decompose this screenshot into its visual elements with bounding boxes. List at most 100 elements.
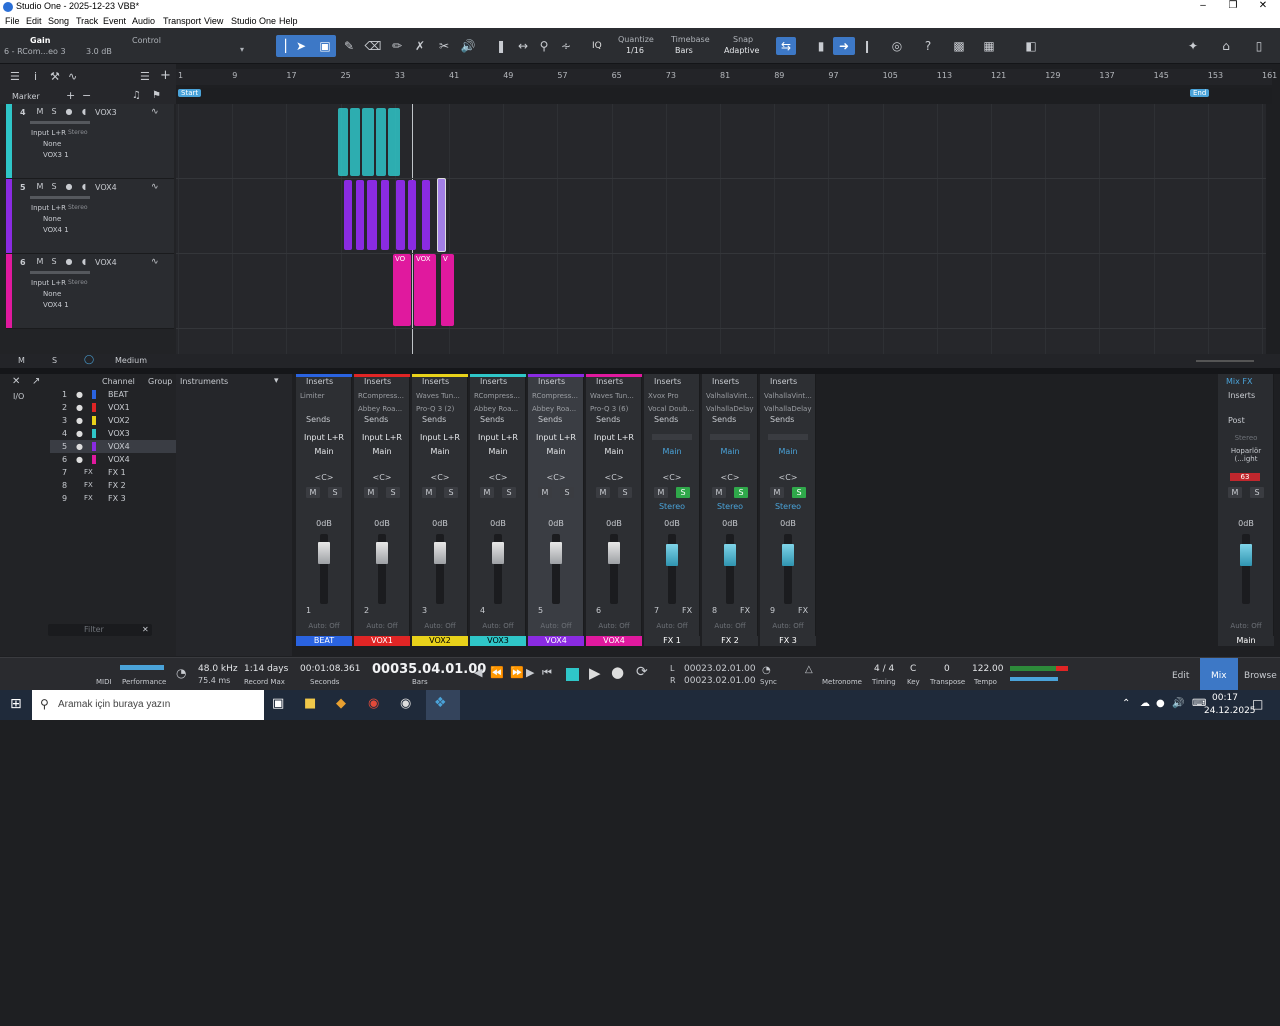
volume-slider[interactable] — [30, 121, 90, 124]
automation-mode[interactable]: Auto: Off — [298, 622, 350, 630]
menu-file[interactable]: File — [5, 16, 20, 26]
automation-mode[interactable]: Auto: Off — [1220, 622, 1272, 630]
insert-slot-2[interactable]: Abbey Roa... — [474, 405, 526, 413]
inserts-label[interactable]: Inserts — [364, 377, 416, 386]
volume-db[interactable]: 0dB — [414, 519, 466, 528]
automation-mode[interactable]: Auto: Off — [762, 622, 814, 630]
inserts-label[interactable]: Inserts — [596, 377, 648, 386]
menu-view[interactable]: View — [204, 16, 223, 26]
fader-handle[interactable] — [666, 544, 678, 566]
post-label[interactable]: Post — [1228, 416, 1280, 425]
sends-label[interactable]: Sends — [770, 415, 822, 424]
position-bars[interactable]: 00035.04.01.00 — [372, 662, 486, 677]
channel-name[interactable]: FX 1 — [108, 468, 126, 477]
mute-button[interactable]: M — [34, 107, 46, 117]
inserts-label[interactable]: Inserts — [422, 377, 474, 386]
output-none[interactable]: None — [43, 290, 61, 298]
insert-slot-1[interactable]: RCompress... — [474, 392, 526, 400]
channel-row[interactable]: 6 ● VOX4 — [60, 453, 170, 466]
visible-dot-icon[interactable]: ● — [76, 442, 83, 451]
mixer-strip[interactable]: Inserts Xvox Pro Vocal Doub... Sends Main <C>… — [644, 374, 700, 646]
channel-name[interactable]: VOX3 — [108, 429, 130, 438]
snap-value[interactable]: Adaptive — [724, 46, 759, 55]
channel-name-bar[interactable]: VOX2 — [412, 636, 468, 646]
pan-value[interactable]: <C> — [472, 473, 524, 482]
pan-value[interactable]: <C> — [588, 473, 640, 482]
mute-tool-icon[interactable]: ✗ — [411, 37, 429, 55]
scissor-tool-icon[interactable]: ∻ — [557, 37, 575, 55]
input-select[interactable]: Input L+R — [530, 433, 582, 442]
record-button[interactable]: ● — [611, 663, 624, 681]
channel-out[interactable]: VOX4 1 — [43, 226, 69, 234]
channel-row[interactable]: 5 ● VOX4 — [50, 440, 176, 453]
expand-icon[interactable]: ↗ — [32, 376, 40, 387]
output-select[interactable]: Main — [704, 447, 756, 456]
flag-icon[interactable]: ⚑ — [152, 90, 161, 101]
audio-clip[interactable] — [362, 108, 374, 176]
automation-mode[interactable]: Auto: Off — [530, 622, 582, 630]
solo-button[interactable]: S — [386, 487, 400, 498]
autoscroll-icon[interactable]: ▮ — [812, 37, 830, 55]
output-select[interactable]: Main — [588, 447, 640, 456]
monitor-button[interactable]: ◖ — [78, 257, 90, 267]
snap-toggle-icon[interactable]: ⇆ — [776, 37, 796, 55]
split-view-icon[interactable]: ❙ — [858, 37, 876, 55]
audio-clip[interactable] — [376, 108, 386, 176]
paint-tool-icon[interactable]: ✏ — [388, 37, 406, 55]
tray-mic-icon[interactable]: ● — [1156, 698, 1165, 709]
clock-time[interactable]: 00:17 — [1212, 693, 1238, 703]
menu-help[interactable]: Help — [279, 16, 298, 26]
solo-button[interactable]: S — [48, 257, 60, 267]
input-select[interactable]: Input L+R — [31, 204, 66, 212]
output-select[interactable]: Main — [530, 447, 582, 456]
end-marker[interactable]: End — [1190, 89, 1210, 97]
inserts-label[interactable]: Inserts — [306, 377, 358, 386]
channel-name[interactable]: VOX4 — [108, 442, 130, 451]
monitor-button[interactable]: ◖ — [78, 182, 90, 192]
split-tool-icon[interactable]: ✂ — [435, 37, 453, 55]
pan-value[interactable]: <C> — [356, 473, 408, 482]
automation-mode[interactable]: Auto: Off — [356, 622, 408, 630]
instruments-menu-icon[interactable]: ▾ — [274, 376, 279, 386]
channel-row[interactable]: 9 FX FX 3 — [60, 492, 170, 505]
stretch-tool-icon[interactable]: ↔ — [514, 37, 532, 55]
output-select[interactable]: Main — [298, 447, 350, 456]
insert-slot-2[interactable]: ValhallaDelay — [706, 405, 758, 413]
channel-row[interactable]: 3 ● VOX2 — [60, 414, 170, 427]
mixer-strip[interactable]: Inserts Waves Tun... Pro-Q 3 (2) Sends Input… — [412, 374, 468, 646]
menu-event[interactable]: Event — [103, 16, 126, 26]
note-icon[interactable]: ♫ — [132, 90, 141, 101]
main-strip[interactable]: Mix FX Inserts Post Stereo Hoparlör (...ight… — [1218, 374, 1274, 646]
channel-name-bar[interactable]: FX 3 — [760, 636, 816, 646]
input-select[interactable]: Input L+R — [298, 433, 350, 442]
tray-network-icon[interactable]: ☁ — [1140, 698, 1150, 709]
zoom-slider[interactable] — [1196, 360, 1254, 362]
track-name[interactable]: VOX3 — [95, 108, 117, 117]
rewind-start-icon[interactable]: ◀ — [474, 666, 482, 679]
forward-end-icon[interactable]: ▶ — [526, 666, 534, 679]
sends-label[interactable]: Sends — [596, 415, 648, 424]
layout-icon[interactable]: ◧ — [1022, 37, 1040, 55]
insert-slot-1[interactable]: ValhallaVint... — [764, 392, 816, 400]
key-value[interactable]: C — [910, 664, 916, 674]
waveform-icon[interactable]: ∿ — [151, 257, 159, 267]
gain-value[interactable]: 3.0 dB — [86, 47, 112, 56]
wrench-icon[interactable]: ⚒ — [50, 70, 60, 83]
solo-button[interactable]: S — [618, 487, 632, 498]
record-arm-button[interactable]: ● — [63, 182, 75, 192]
mute-button[interactable]: M — [1228, 487, 1242, 498]
filter-clear-icon[interactable]: ✕ — [142, 625, 149, 634]
inserts-label[interactable]: Inserts — [770, 377, 822, 386]
output-select[interactable]: Main — [762, 447, 814, 456]
audio-clip[interactable] — [396, 180, 405, 250]
metronome-icon[interactable]: △ — [805, 664, 813, 675]
insert-slot-2[interactable]: Pro-Q 3 (6) — [590, 405, 642, 413]
audio-clip[interactable]: VO — [393, 254, 411, 326]
insert-slot-2[interactable]: Abbey Roa... — [358, 405, 410, 413]
mute-button[interactable]: M — [654, 487, 668, 498]
sends-label[interactable]: Sends — [538, 415, 590, 424]
solo-button[interactable]: S — [792, 487, 806, 498]
insert-slot-1[interactable]: RCompress... — [358, 392, 410, 400]
mute-button[interactable]: M — [306, 487, 320, 498]
arrange-view[interactable]: VO VOX V — [176, 104, 1266, 354]
